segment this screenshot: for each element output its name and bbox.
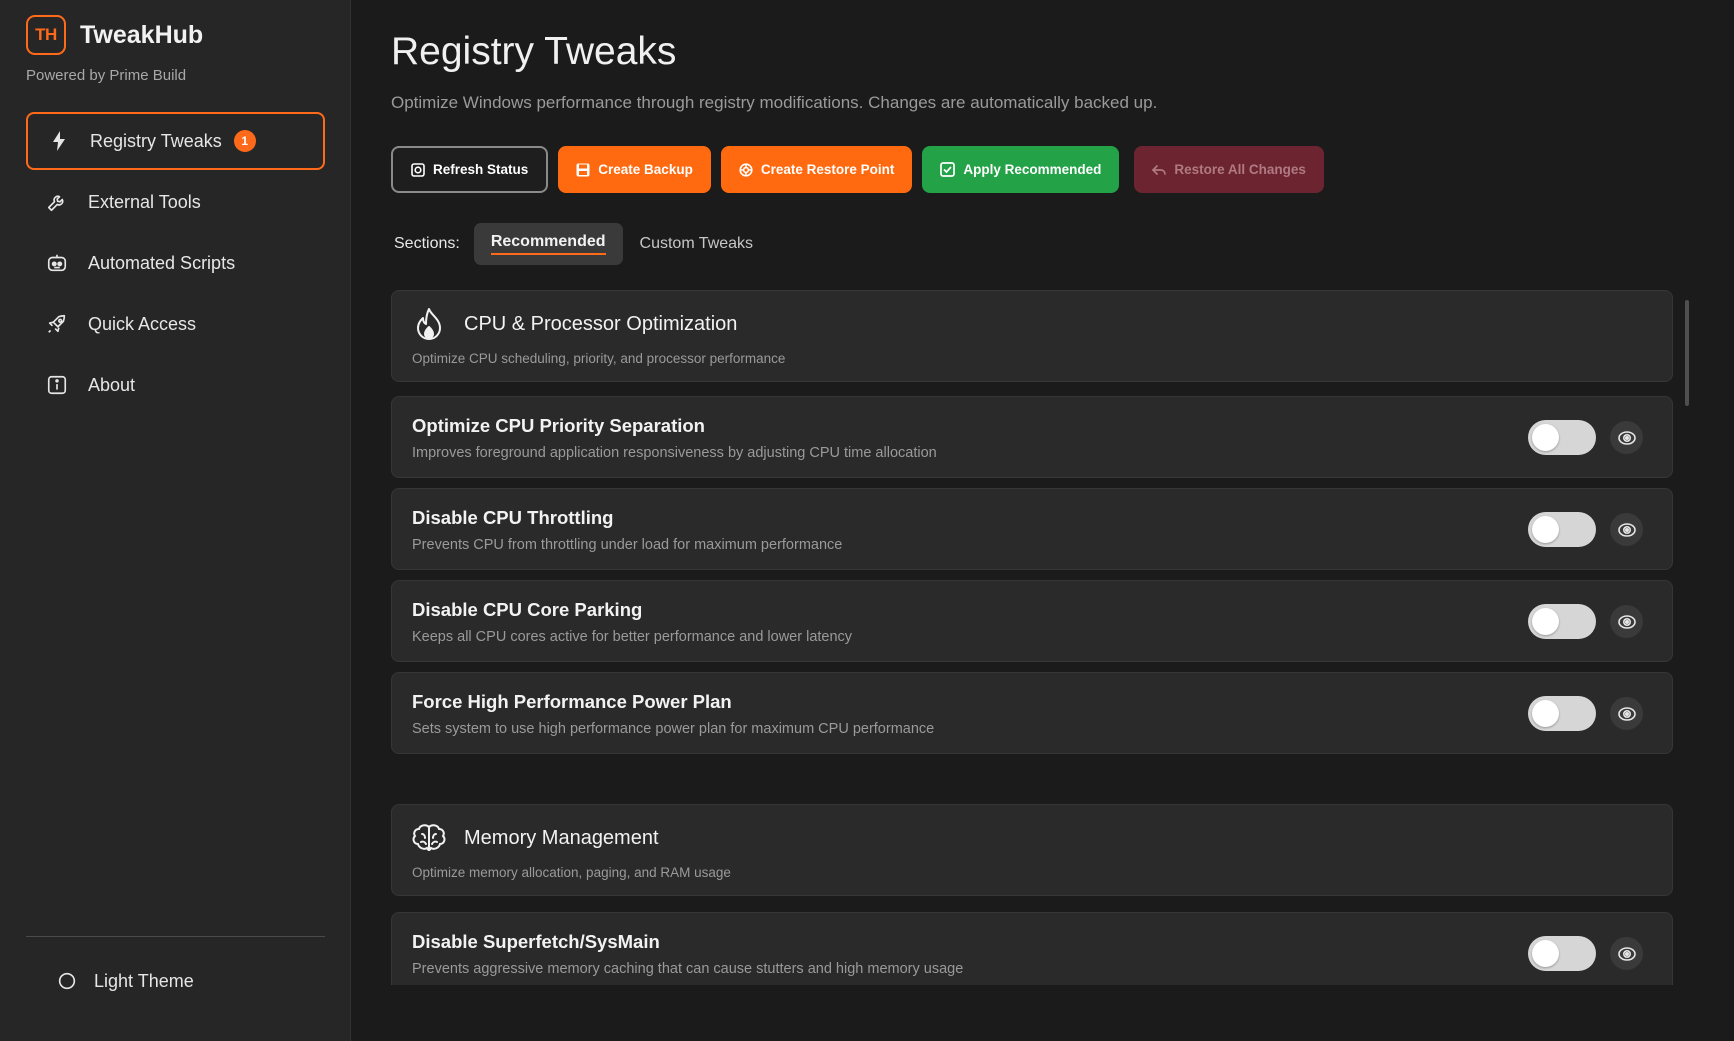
section-header-cpu: CPU & Processor Optimization Optimize CP… — [391, 290, 1673, 382]
sun-icon — [56, 970, 78, 992]
tweak-description: Prevents aggressive memory caching that … — [412, 961, 964, 977]
tab-custom-tweaks[interactable]: Custom Tweaks — [623, 223, 771, 265]
refresh-icon — [411, 162, 425, 177]
sidebar-item-label: About — [88, 374, 136, 395]
tweak-info-button[interactable] — [1610, 937, 1643, 970]
tweak-toggle[interactable] — [1528, 936, 1596, 971]
notification-badge: 1 — [233, 130, 256, 152]
tweak-title: Disable CPU Core Parking — [412, 599, 643, 620]
apply-recommended-button[interactable]: Apply Recommended — [922, 146, 1120, 193]
create-backup-button[interactable]: Create Backup — [558, 146, 711, 193]
tweak-toggle[interactable] — [1528, 604, 1596, 639]
tweak-row: Disable CPU Core Parking Keeps all CPU c… — [391, 580, 1673, 662]
undo-icon — [1152, 164, 1167, 176]
brand-subtitle: Powered by Prime Build — [26, 67, 187, 84]
tweak-title: Disable Superfetch/SysMain — [412, 931, 660, 952]
wrench-icon — [46, 191, 68, 213]
toggle-knob — [1532, 700, 1559, 727]
sidebar-item-label: Quick Access — [88, 313, 197, 334]
tweak-description: Prevents CPU from throttling under load … — [412, 537, 843, 553]
eye-icon — [1617, 704, 1637, 724]
section-description: Optimize memory allocation, paging, and … — [412, 865, 731, 880]
sidebar-item-label: Registry Tweaks — [90, 130, 222, 151]
section-description: Optimize CPU scheduling, priority, and p… — [412, 351, 786, 366]
app-window: TH TweakHub Powered by Prime Build Regis… — [0, 0, 1734, 1041]
tweak-info-button[interactable] — [1610, 421, 1643, 454]
refresh-status-button[interactable]: Refresh Status — [391, 146, 549, 193]
tab-label: Custom Tweaks — [639, 235, 754, 252]
create-backup-label: Create Backup — [598, 162, 693, 177]
tweak-title: Disable CPU Throttling — [412, 507, 614, 528]
sidebar-nav: Registry Tweaks 1 External Tools Automat… — [26, 112, 325, 417]
section-head: CPU & Processor Optimization — [412, 307, 737, 341]
scrollbar-thumb[interactable] — [1685, 300, 1689, 406]
brand-logo: TH — [26, 15, 66, 55]
save-icon — [576, 163, 590, 177]
tweak-info-button[interactable] — [1610, 697, 1643, 730]
page-description: Optimize Windows performance through reg… — [391, 93, 1158, 112]
eye-icon — [1617, 944, 1637, 964]
info-icon — [46, 374, 68, 396]
eye-icon — [1617, 428, 1637, 448]
restore-all-changes-label: Restore All Changes — [1174, 162, 1306, 177]
toggle-knob — [1532, 940, 1559, 967]
eye-icon — [1617, 520, 1637, 540]
theme-toggle-button[interactable]: Light Theme — [56, 970, 194, 992]
sections-label: Sections: — [394, 235, 460, 252]
tab-recommended[interactable]: Recommended — [473, 223, 623, 265]
toggle-knob — [1532, 516, 1559, 543]
refresh-status-label: Refresh Status — [433, 162, 529, 177]
sidebar-item-quick-access[interactable]: Quick Access — [26, 295, 325, 353]
tweak-toggle[interactable] — [1528, 420, 1596, 455]
tab-label: Recommended — [490, 233, 606, 255]
brand-name: TweakHub — [80, 20, 204, 49]
lifebuoy-icon — [739, 162, 753, 177]
create-restore-point-button[interactable]: Create Restore Point — [720, 146, 913, 193]
sidebar-item-label: Automated Scripts — [88, 252, 236, 273]
toolbar: Refresh Status Create Backup Create Rest… — [391, 146, 1324, 193]
flame-icon — [412, 307, 446, 341]
tweak-toggle[interactable] — [1528, 512, 1596, 547]
tweaks-list[interactable]: CPU & Processor Optimization Optimize CP… — [391, 290, 1674, 985]
bolt-icon — [48, 130, 70, 152]
sidebar-item-automated-scripts[interactable]: Automated Scripts — [26, 234, 325, 292]
page-title: Registry Tweaks — [391, 30, 677, 73]
checkbox-icon — [940, 162, 956, 177]
sidebar-item-external-tools[interactable]: External Tools — [26, 173, 325, 231]
theme-toggle-label: Light Theme — [94, 970, 194, 991]
tweak-info-button[interactable] — [1610, 605, 1643, 638]
section-title: CPU & Processor Optimization — [464, 312, 738, 335]
sidebar-item-label: External Tools — [88, 191, 201, 212]
section-head: Memory Management — [412, 821, 659, 855]
tweak-title: Force High Performance Power Plan — [412, 691, 732, 712]
restore-all-changes-button[interactable]: Restore All Changes — [1134, 146, 1324, 193]
tweak-description: Sets system to use high performance powe… — [412, 721, 935, 737]
section-header-memory: Memory Management Optimize memory alloca… — [391, 804, 1673, 896]
tweak-title: Optimize CPU Priority Separation — [412, 415, 705, 436]
section-title: Memory Management — [464, 826, 659, 849]
tweak-info-button[interactable] — [1610, 513, 1643, 546]
robot-icon — [46, 252, 68, 274]
sidebar-item-registry-tweaks[interactable]: Registry Tweaks 1 — [26, 112, 325, 170]
sidebar: TH TweakHub Powered by Prime Build Regis… — [0, 0, 351, 1041]
sections-bar: Sections: Recommended Custom Tweaks — [394, 223, 770, 265]
tweak-description: Keeps all CPU cores active for better pe… — [412, 629, 853, 645]
tweak-toggle[interactable] — [1528, 696, 1596, 731]
create-restore-point-label: Create Restore Point — [760, 162, 895, 177]
apply-recommended-label: Apply Recommended — [963, 162, 1102, 177]
tweak-row: Optimize CPU Priority Separation Improve… — [391, 396, 1673, 478]
tweak-row: Disable Superfetch/SysMain Prevents aggr… — [391, 912, 1673, 985]
brain-icon — [412, 821, 446, 855]
main-content: Registry Tweaks Optimize Windows perform… — [351, 0, 1734, 1041]
eye-icon — [1617, 612, 1637, 632]
toggle-knob — [1532, 424, 1559, 451]
toggle-knob — [1532, 608, 1559, 635]
sidebar-item-about[interactable]: About — [26, 356, 325, 414]
brand: TH TweakHub — [26, 15, 203, 55]
tweak-row: Disable CPU Throttling Prevents CPU from… — [391, 488, 1673, 570]
tweak-row: Force High Performance Power Plan Sets s… — [391, 672, 1673, 754]
rocket-icon — [46, 313, 68, 335]
sidebar-divider — [26, 936, 325, 937]
tweak-description: Improves foreground application responsi… — [412, 445, 937, 461]
